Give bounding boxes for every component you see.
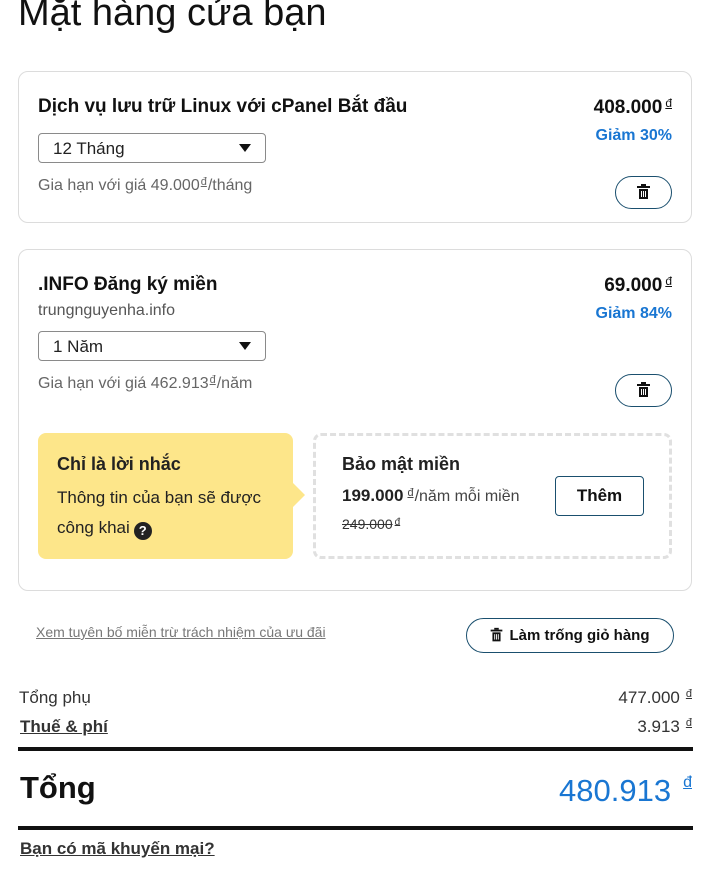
- term-select[interactable]: 1 Năm: [38, 331, 266, 361]
- trash-icon: [637, 382, 650, 397]
- tax-value: 3.913 đ: [637, 717, 692, 736]
- trash-icon: [637, 184, 650, 199]
- chevron-down-icon: [239, 342, 251, 350]
- chevron-down-icon: [239, 144, 251, 152]
- divider: [18, 826, 693, 830]
- upsell-title: Bảo mật miền: [342, 454, 461, 474]
- discount-badge: Giảm 84%: [595, 305, 672, 322]
- empty-cart-button[interactable]: Làm trống giỏ hàng: [466, 618, 674, 653]
- remove-item-button[interactable]: [615, 374, 672, 407]
- reminder-title: Chỉ là lời nhắc: [57, 454, 181, 474]
- divider: [18, 747, 693, 751]
- remove-item-button[interactable]: [615, 176, 672, 209]
- item-price: 69.000 đ: [604, 274, 672, 296]
- privacy-reminder: Chỉ là lời nhắc Thông tin của bạn sẽ đượ…: [38, 433, 305, 559]
- help-icon[interactable]: ?: [133, 522, 152, 540]
- item-price: 408.000 đ: [593, 96, 672, 118]
- term-select-value: 12 Tháng: [53, 139, 125, 158]
- reminder-text: Thông tin của bạn sẽ được công khai?: [57, 488, 261, 540]
- subtotal-label: Tổng phụ: [19, 688, 91, 707]
- promo-code-link[interactable]: Bạn có mã khuyến mại?: [20, 839, 215, 859]
- term-select-value: 1 Năm: [53, 337, 104, 356]
- total-value: 480.913 đ: [559, 773, 692, 808]
- item-name: Dịch vụ lưu trữ Linux với cPanel Bắt đầu: [38, 96, 408, 117]
- domain-name: trungnguyenha.info: [38, 302, 175, 319]
- term-select[interactable]: 12 Tháng: [38, 133, 266, 163]
- domain-privacy-upsell: Bảo mật miền 199.000 đ/năm mỗi miền 249.0…: [313, 433, 672, 559]
- upsell-price: 199.000 đ/năm mỗi miền: [342, 486, 520, 505]
- disclaimer-link[interactable]: Xem tuyên bố miễn trừ trách nhiệm của ưu…: [36, 624, 326, 640]
- discount-badge: Giảm 30%: [595, 127, 672, 144]
- renewal-price: Gia hạn với giá 49.000đ/tháng: [38, 176, 253, 194]
- empty-cart-label: Làm trống giỏ hàng: [509, 627, 650, 644]
- total-label: Tổng: [20, 770, 96, 805]
- page-title: Mặt hàng cửa bạn: [18, 0, 327, 34]
- upsell-old-price: 249.000 đ: [342, 516, 401, 532]
- renewal-price: Gia hạn với giá 462.913đ/năm: [38, 374, 253, 392]
- tax-fees-link[interactable]: Thuế & phí: [20, 717, 108, 737]
- subtotal-value: 477.000 đ: [618, 688, 692, 707]
- trash-icon: [490, 627, 502, 642]
- add-privacy-button[interactable]: Thêm: [555, 476, 644, 516]
- item-name: .INFO Đăng ký miền: [38, 274, 218, 295]
